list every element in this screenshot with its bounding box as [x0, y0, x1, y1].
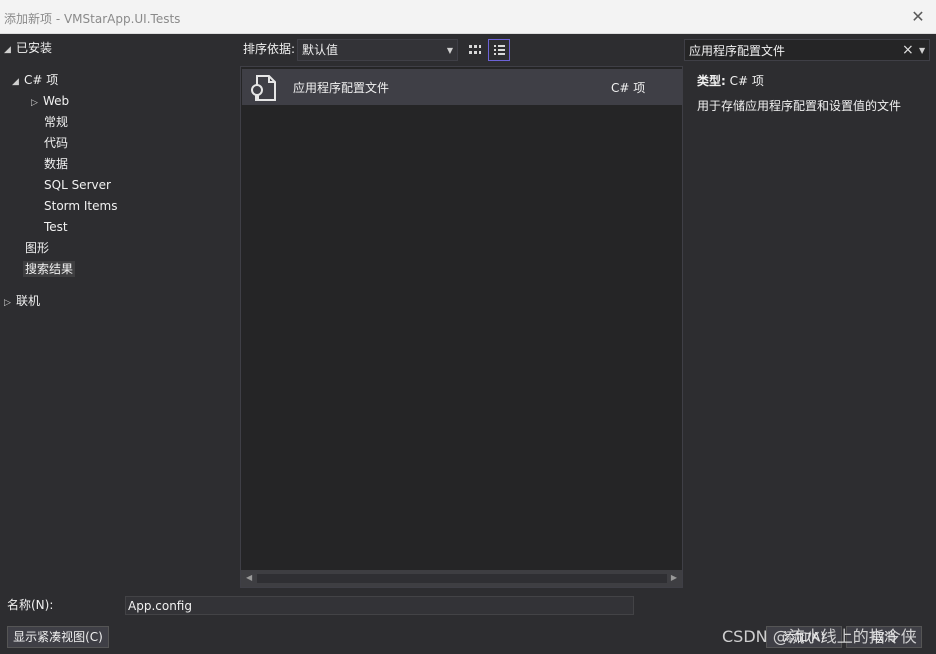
- tree-item-data[interactable]: 数据: [44, 154, 68, 174]
- list-view-button[interactable]: [488, 39, 510, 61]
- name-label: 名称(N):: [7, 598, 54, 612]
- sort-dropdown[interactable]: 默认值 ▼: [297, 39, 458, 61]
- tree-item-web[interactable]: ▷ Web: [31, 91, 69, 111]
- watermark: CSDN @流水线上的指令侠: [722, 627, 917, 646]
- tree-item-installed[interactable]: ◢ 已安装: [4, 38, 52, 58]
- type-label: 类型:: [697, 74, 726, 88]
- tree-item-graphics[interactable]: 图形: [25, 238, 49, 258]
- list-view-icon: [494, 45, 505, 55]
- chevron-down-icon[interactable]: ▼: [919, 43, 925, 59]
- tree-item-sql-server[interactable]: SQL Server: [44, 175, 111, 195]
- tree-item-online[interactable]: ▷ 联机: [4, 291, 40, 311]
- template-language: C# 项: [611, 81, 646, 95]
- chevron-down-icon: ▼: [446, 46, 453, 55]
- category-tree: ◢ 已安装 ◢ C# 项 ▷ Web 常规 代码 数据 SQL Server Stor…: [0, 34, 236, 590]
- scroll-left-icon[interactable]: ◀: [246, 573, 252, 583]
- template-description: 用于存储应用程序配置和设置值的文件: [697, 99, 902, 113]
- collapsed-arrow-icon[interactable]: ▷: [4, 293, 16, 313]
- grid-view-button[interactable]: [464, 39, 486, 61]
- details-panel: 类型: C# 项 用于存储应用程序配置和设置值的文件: [697, 72, 929, 114]
- tree-item-general[interactable]: 常规: [44, 112, 68, 132]
- close-icon[interactable]: ✕: [908, 7, 928, 27]
- tree-item-storm-items[interactable]: Storm Items: [44, 196, 117, 216]
- search-box[interactable]: × ▼: [684, 39, 930, 61]
- scroll-right-icon[interactable]: ▶: [671, 573, 677, 583]
- clear-search-icon[interactable]: ×: [902, 41, 914, 59]
- tree-item-code[interactable]: 代码: [44, 133, 68, 153]
- grid-view-icon: [469, 45, 481, 54]
- scroll-thumb[interactable]: [257, 574, 667, 583]
- title-bar: 添加新项 - VMStarApp.UI.Tests ✕: [0, 0, 936, 34]
- sort-label: 排序依据:: [243, 42, 296, 56]
- collapsed-arrow-icon[interactable]: ▷: [31, 93, 43, 113]
- window-title: 添加新项 - VMStarApp.UI.Tests: [4, 12, 181, 26]
- template-name: 应用程序配置文件: [293, 81, 390, 95]
- template-item[interactable]: 应用程序配置文件 C# 项: [242, 69, 682, 105]
- type-line: 类型: C# 项: [697, 72, 929, 90]
- sort-value: 默认值: [302, 43, 339, 57]
- type-value: C# 项: [729, 74, 764, 88]
- config-file-icon: [251, 75, 276, 101]
- tree-item-test[interactable]: Test: [44, 217, 68, 237]
- name-input[interactable]: [125, 596, 634, 615]
- template-list: 应用程序配置文件 C# 项 ◀ ▶: [240, 66, 683, 588]
- tree-item-csharp[interactable]: ◢ C# 项: [12, 70, 58, 90]
- expanded-arrow-icon[interactable]: ◢: [4, 40, 16, 60]
- compact-view-button[interactable]: 显示紧凑视图(C): [7, 626, 109, 648]
- horizontal-scrollbar[interactable]: ◀ ▶: [241, 570, 682, 587]
- tree-item-search-results[interactable]: 搜索结果: [23, 259, 76, 279]
- expanded-arrow-icon[interactable]: ◢: [12, 72, 24, 92]
- search-input[interactable]: [689, 42, 889, 58]
